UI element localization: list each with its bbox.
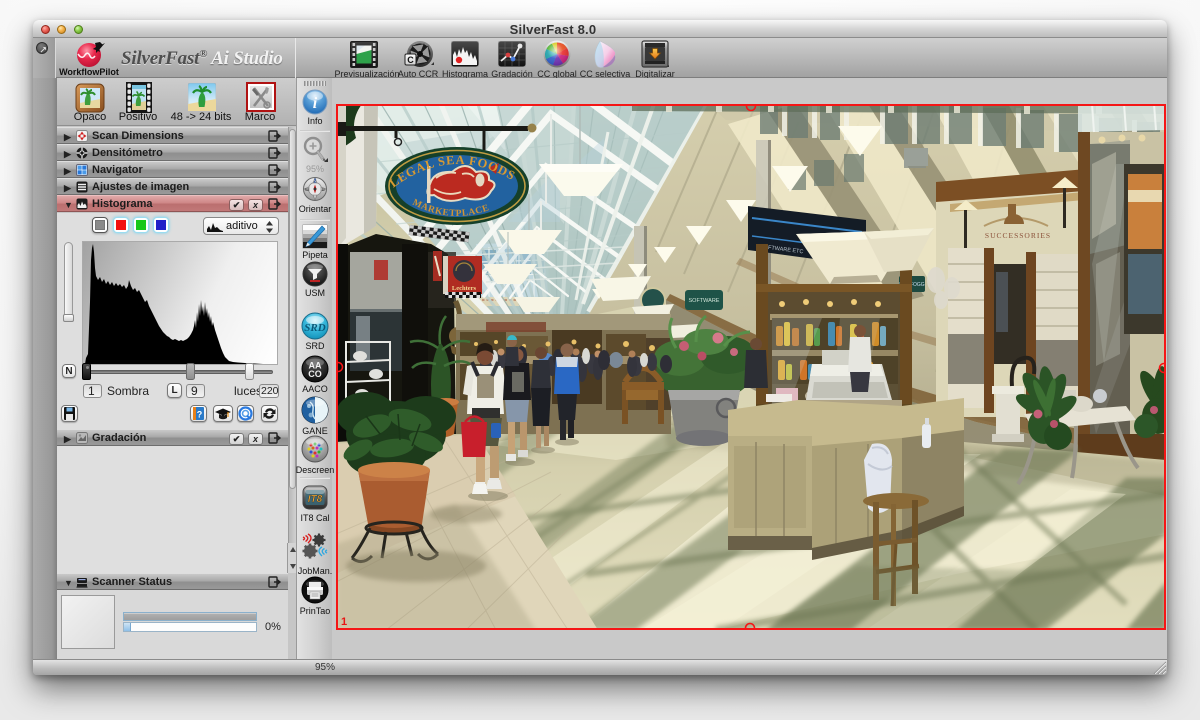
svg-text:1: 1 xyxy=(341,616,347,628)
svg-text:SRD: SRD xyxy=(304,322,325,334)
svg-text:SOFTWARE: SOFTWARE xyxy=(689,298,720,304)
svg-text:SUCCESSORIES: SUCCESSORIES xyxy=(985,231,1051,240)
svg-text:CO: CO xyxy=(308,369,322,379)
svg-text:C: C xyxy=(407,55,414,65)
svg-text:Lechters: Lechters xyxy=(452,285,477,292)
svg-text:E: E xyxy=(322,187,325,192)
svg-text:?: ? xyxy=(197,410,203,420)
svg-text:2: 2 xyxy=(314,179,317,185)
svg-text:IT8: IT8 xyxy=(308,494,323,505)
svg-text:i: i xyxy=(313,95,318,112)
